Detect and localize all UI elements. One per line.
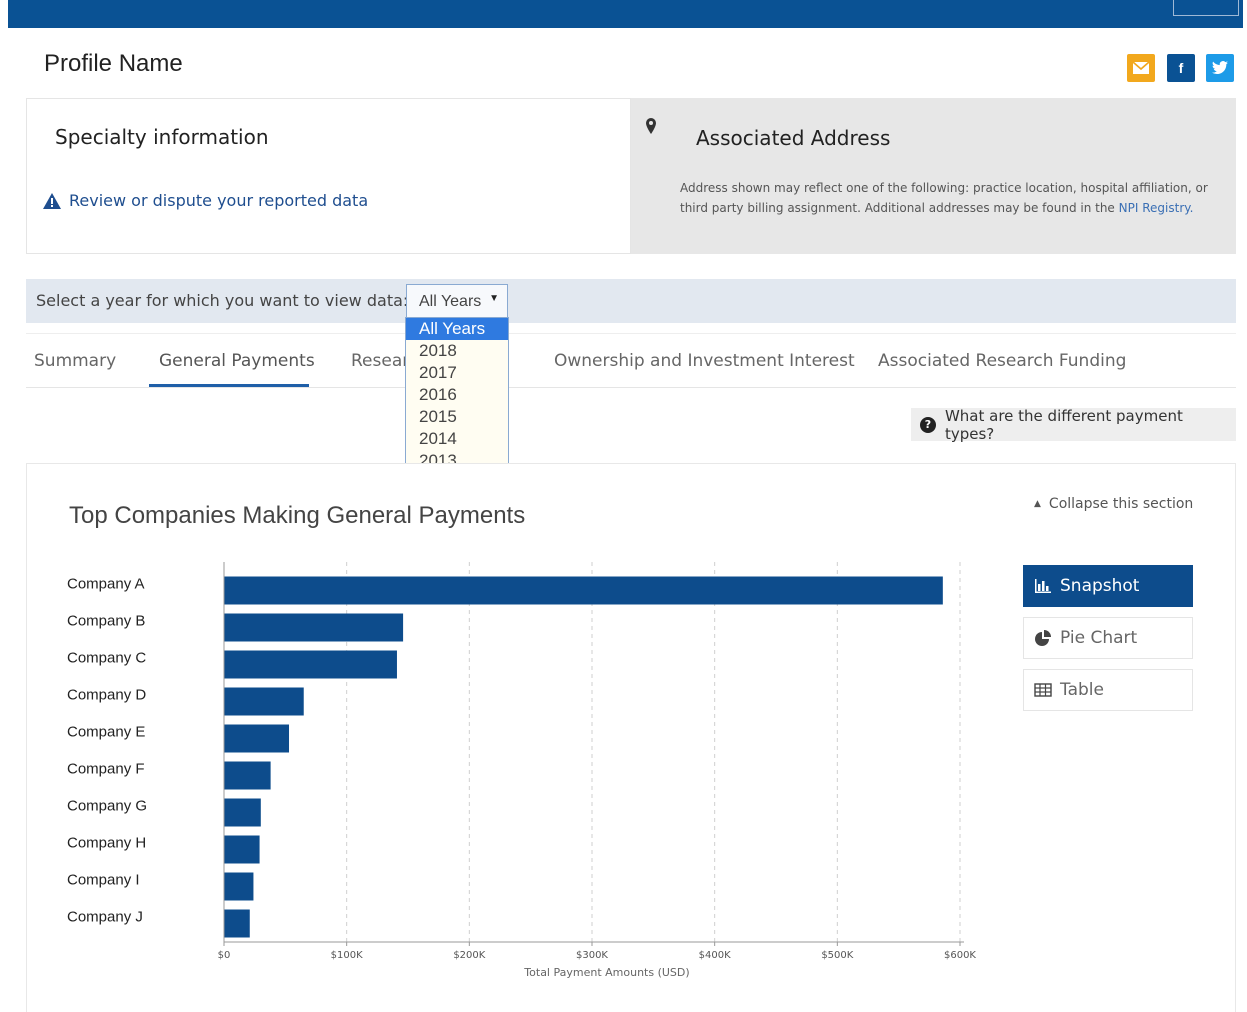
table-label: Table xyxy=(1060,680,1104,700)
associated-address-panel: Associated Address Address shown may ref… xyxy=(631,98,1236,254)
specialty-information-panel: Specialty information Review or dispute … xyxy=(26,98,631,254)
table-view-button[interactable]: Table xyxy=(1023,669,1193,711)
category-label: Company J xyxy=(67,909,143,926)
snapshot-label: Snapshot xyxy=(1060,576,1140,596)
category-label: Company A xyxy=(67,576,145,593)
tab-associated-research-funding[interactable]: Associated Research Funding xyxy=(878,351,1126,371)
category-label: Company G xyxy=(67,798,147,815)
twitter-icon xyxy=(1212,61,1228,75)
map-pin-icon xyxy=(646,118,656,134)
category-label: Company E xyxy=(67,724,145,741)
year-option[interactable]: 2015 xyxy=(406,406,508,428)
pie-chart-icon xyxy=(1035,630,1051,646)
bar xyxy=(224,798,261,827)
npi-registry-link[interactable]: NPI Registry xyxy=(1119,201,1190,215)
bar xyxy=(224,613,404,642)
dispute-data-link[interactable]: Review or dispute your reported data xyxy=(43,191,368,210)
page-title: Profile Name xyxy=(44,50,183,77)
twitter-share-button[interactable] xyxy=(1206,54,1234,82)
table-icon xyxy=(1034,683,1052,697)
pie-chart-label: Pie Chart xyxy=(1060,628,1138,648)
year-filter-label: Select a year for which you want to view… xyxy=(36,291,409,310)
category-label: Company H xyxy=(67,835,146,852)
category-label: Company B xyxy=(67,613,145,630)
x-axis-title: Total Payment Amounts (USD) xyxy=(523,966,689,979)
top-navigation-bar xyxy=(8,0,1243,28)
chevron-up-icon: ▲ xyxy=(1034,499,1041,509)
x-tick-label: $300K xyxy=(576,950,608,961)
address-title: Associated Address xyxy=(696,126,891,150)
top-companies-chart-section: Top Companies Making General Payments ▲ … xyxy=(26,463,1236,1012)
collapse-section-button[interactable]: ▲ Collapse this section xyxy=(1034,496,1193,512)
x-tick-label: $600K xyxy=(944,950,976,961)
year-option[interactable]: 2016 xyxy=(406,384,508,406)
bar xyxy=(224,724,290,753)
year-dropdown-list: All Years 2018 2017 2016 2015 2014 2013 xyxy=(405,317,509,474)
payment-tabs: Summary General Payments Resear Ownershi… xyxy=(26,333,1236,388)
category-label: Company C xyxy=(67,650,146,667)
payment-types-help-button[interactable]: ? What are the different payment types? xyxy=(911,406,1236,443)
bar-chart-icon xyxy=(1035,579,1051,593)
x-tick-label: $400K xyxy=(699,950,731,961)
year-select[interactable]: All Years ▼ xyxy=(406,284,508,318)
snapshot-view-button[interactable]: Snapshot xyxy=(1023,565,1193,607)
email-icon xyxy=(1133,62,1149,74)
question-circle-icon: ? xyxy=(920,416,936,433)
year-option[interactable]: 2014 xyxy=(406,428,508,450)
bar xyxy=(224,761,271,790)
bar xyxy=(224,576,943,605)
active-tab-indicator xyxy=(149,384,309,387)
tab-summary[interactable]: Summary xyxy=(34,351,116,371)
year-option[interactable]: 2018 xyxy=(406,340,508,362)
topbar-menu-button[interactable] xyxy=(1173,0,1239,16)
x-tick-label: $0 xyxy=(218,950,231,961)
year-filter-bar: Select a year for which you want to view… xyxy=(26,279,1236,323)
bar xyxy=(224,909,250,938)
specialty-title: Specialty information xyxy=(55,125,269,149)
facebook-share-button[interactable]: f xyxy=(1167,54,1195,82)
bar xyxy=(224,650,397,679)
dispute-link-text: Review or dispute your reported data xyxy=(69,191,369,210)
category-label: Company D xyxy=(67,687,146,704)
payment-types-text: What are the different payment types? xyxy=(944,406,1183,443)
year-select-value: All Years xyxy=(419,293,482,310)
caret-down-icon: ▼ xyxy=(489,293,499,304)
facebook-icon: f xyxy=(1178,60,1184,76)
pie-chart-view-button[interactable]: Pie Chart xyxy=(1023,617,1193,659)
bar xyxy=(224,872,254,901)
year-option[interactable]: 2017 xyxy=(406,362,508,384)
category-label: Company I xyxy=(67,872,140,889)
x-tick-label: $500K xyxy=(821,950,853,961)
address-period: . xyxy=(1189,201,1194,215)
tab-ownership-investment[interactable]: Ownership and Investment Interest xyxy=(554,351,855,371)
address-description: Address shown may reflect one of the fol… xyxy=(680,178,1215,218)
year-option[interactable]: All Years xyxy=(406,318,508,340)
tab-general-payments[interactable]: General Payments xyxy=(159,351,315,371)
collapse-label: Collapse this section xyxy=(1048,496,1194,512)
category-label: Company F xyxy=(67,761,145,778)
bar-chart: Company A Company B Company C Company D Comp… xyxy=(67,562,976,979)
x-tick-label: $200K xyxy=(453,950,485,961)
email-share-button[interactable] xyxy=(1127,54,1155,82)
bar xyxy=(224,687,304,716)
bar xyxy=(224,835,260,864)
tab-research-payments[interactable]: Resear xyxy=(351,351,409,371)
x-tick-label: $100K xyxy=(331,950,363,961)
warning-icon xyxy=(43,192,61,209)
